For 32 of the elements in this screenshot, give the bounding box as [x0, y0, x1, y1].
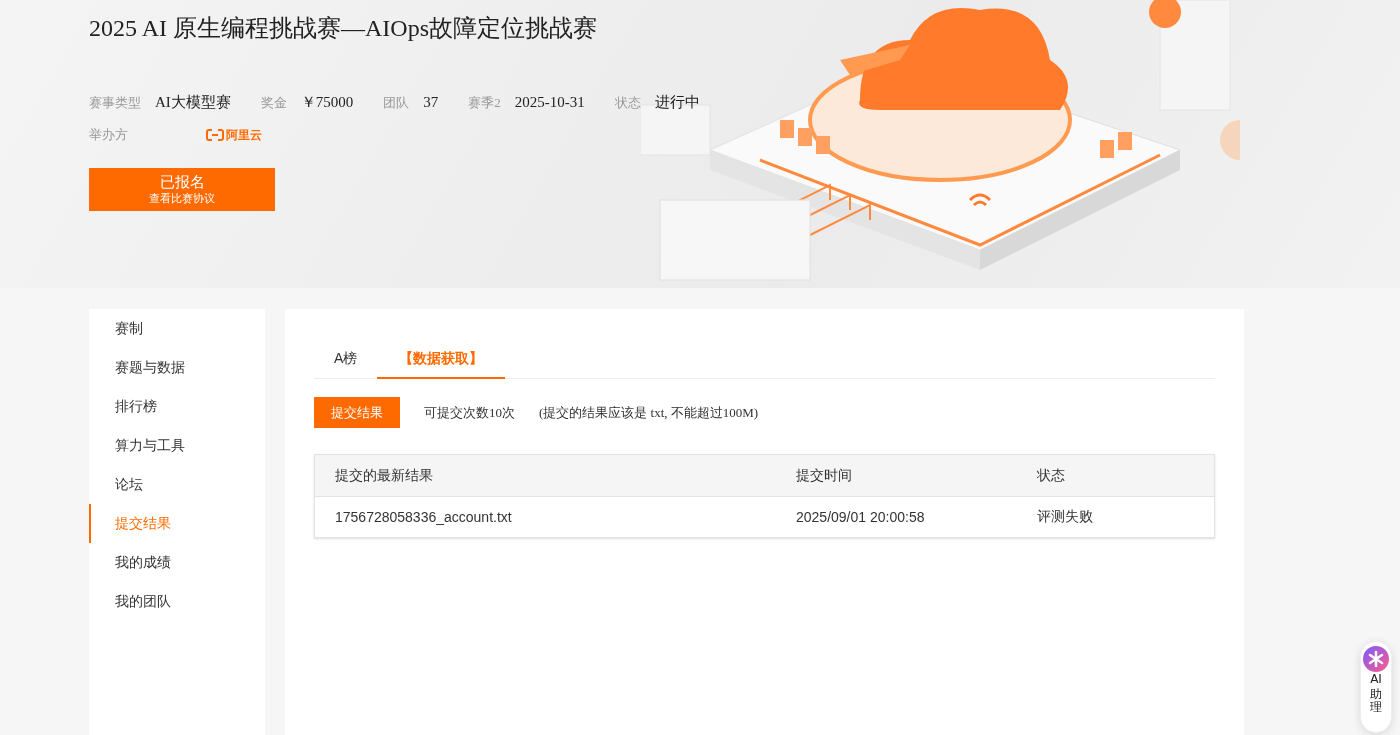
- meta-label: 状态: [614, 94, 641, 112]
- meta-value: AI大模型赛: [155, 93, 231, 112]
- meta-label: 赛季2: [468, 94, 501, 112]
- column-header: 提交的最新结果: [314, 454, 776, 497]
- meta-value: 进行中: [654, 93, 700, 112]
- bracket-logo-icon: [206, 129, 224, 141]
- table-cell: 1756728058336_account.txt: [314, 496, 776, 538]
- page-title: 2025 AI 原生编程挑战赛—AIOps故障定位挑战赛: [89, 14, 598, 43]
- sparkle-icon: [1363, 646, 1389, 672]
- column-header: 提交时间: [776, 454, 1017, 497]
- table-cell: 评测失败: [1017, 496, 1215, 538]
- tab[interactable]: A榜: [314, 338, 378, 379]
- meta-value: 2025-10-31: [514, 94, 585, 111]
- sidebar-item[interactable]: 论坛: [89, 465, 265, 504]
- meta-value: ￥75000: [300, 93, 354, 112]
- sidebar-item[interactable]: 算力与工具: [89, 426, 265, 465]
- sidebar-item[interactable]: 赛题与数据: [89, 348, 265, 387]
- ai-assistant-button[interactable]: AI 助理: [1360, 641, 1392, 733]
- meta-label: 举办方: [89, 126, 128, 144]
- sidebar-item[interactable]: 我的成绩: [89, 543, 265, 582]
- sidebar-item[interactable]: 赛制: [89, 309, 265, 348]
- meta-label: 奖金: [260, 94, 287, 112]
- table-cell: 2025/09/01 20:00:58: [776, 496, 1017, 538]
- file-format-hint: (提交的结果应该是 txt, 不能超过100M): [539, 403, 759, 422]
- submission-count-text: 可提交次数10次: [424, 403, 515, 422]
- sidebar-item[interactable]: 我的团队: [89, 582, 265, 621]
- sidebar-item[interactable]: 排行榜: [89, 387, 265, 426]
- meta-label: 团队: [383, 94, 410, 112]
- meta-label: 赛事类型: [89, 94, 141, 112]
- logo-text: 阿里云: [226, 126, 262, 144]
- meta-value: 37: [423, 94, 439, 111]
- column-header: 状态: [1017, 454, 1215, 497]
